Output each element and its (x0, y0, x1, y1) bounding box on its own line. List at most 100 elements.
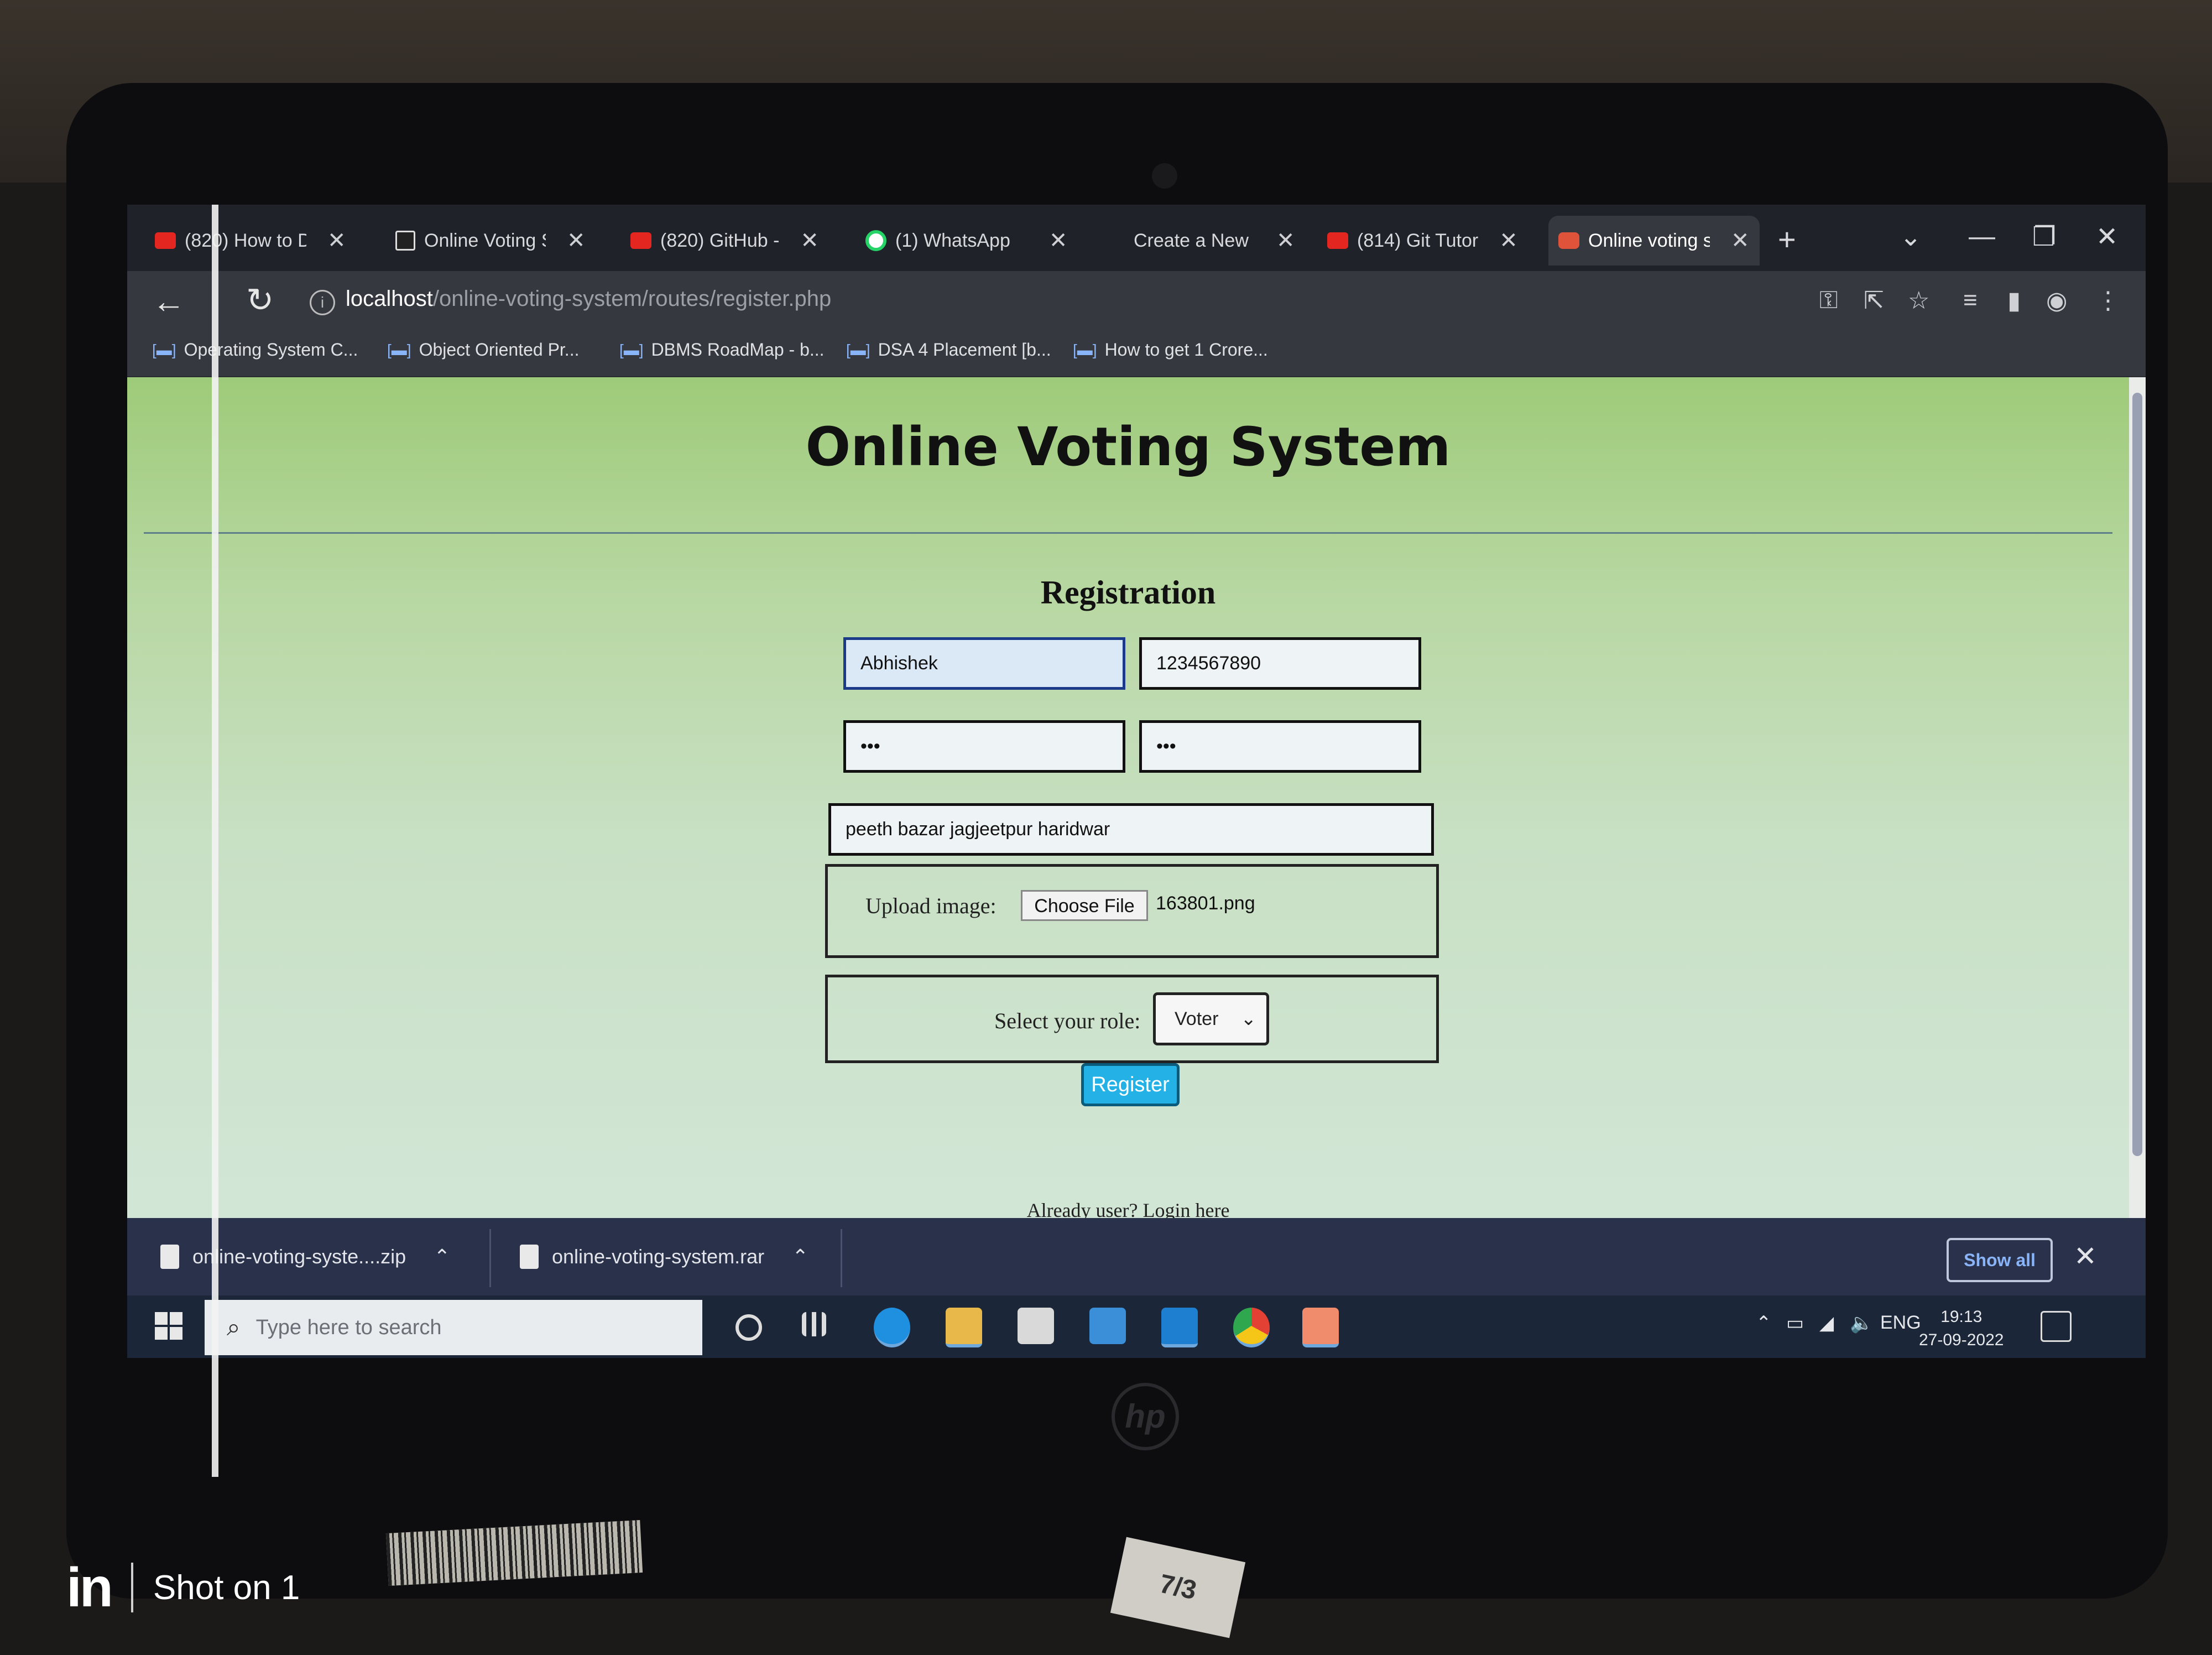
store-icon[interactable] (1018, 1308, 1054, 1344)
close-icon[interactable]: ✕ (2074, 1240, 2097, 1272)
url-path: /online-voting-system/routes/register.ph… (432, 287, 832, 311)
watermark-divider (131, 1563, 133, 1612)
side-panel-icon[interactable]: ▮ (2007, 287, 2021, 315)
bookmark-icon: [▬] (387, 341, 411, 358)
reading-list-icon[interactable]: ≡ (1963, 287, 1978, 314)
bookmark-item[interactable]: [▬] Object Oriented Pr... (387, 340, 579, 360)
task-view-icon[interactable] (802, 1312, 826, 1336)
password-input[interactable]: ••• (843, 720, 1125, 773)
bookmark-item[interactable]: [▬] Operating System C... (152, 340, 358, 360)
hp-logo: hp (1112, 1383, 1179, 1450)
registration-heading: Registration (1040, 574, 1216, 611)
login-link[interactable]: Already user? Login here (127, 1199, 2129, 1218)
tab-title: Online voting s (1588, 230, 1710, 251)
menu-kebab-icon[interactable]: ⋮ (2096, 287, 2120, 315)
web-page: Online Voting System Registration Abhish… (127, 377, 2129, 1218)
chevron-up-icon[interactable]: ⌃ (434, 1245, 450, 1268)
downloads-bar: online-voting-syste....zip ⌃ online-voti… (127, 1218, 2146, 1295)
tab-youtube-how-to[interactable]: (820) How to D ✕ (155, 216, 346, 266)
edge-icon[interactable] (874, 1308, 910, 1347)
tab-online-voting-active[interactable]: Online voting s ✕ (1548, 216, 1760, 266)
bookmark-item[interactable]: [▬] DBMS RoadMap - b... (619, 340, 825, 360)
reload-icon[interactable]: ↻ (246, 281, 274, 320)
chevron-up-icon[interactable]: ⌃ (792, 1245, 808, 1268)
window-close-icon[interactable]: ✕ (2096, 221, 2118, 252)
file-explorer-icon[interactable] (946, 1308, 982, 1347)
minimize-icon[interactable]: — (1969, 221, 1995, 252)
archive-file-icon (160, 1245, 179, 1269)
bookmark-item[interactable]: [▬] DSA 4 Placement [b... (846, 340, 1051, 360)
tab-whatsapp[interactable]: (1) WhatsApp ✕ (865, 216, 1067, 266)
camera-watermark: in Shot on 1 (66, 1554, 300, 1621)
page-title: Online Voting System (805, 416, 1451, 478)
mail-icon[interactable] (1089, 1308, 1126, 1344)
tab-youtube-github[interactable]: (820) GitHub - ✕ (630, 216, 819, 266)
avatar[interactable]: ◉ (2046, 287, 2067, 315)
share-icon[interactable]: ⇱ (1864, 287, 1884, 315)
tab-title: (820) GitHub - (660, 230, 780, 251)
restore-icon[interactable]: ❐ (2032, 221, 2056, 252)
register-button[interactable]: Register (1081, 1063, 1180, 1106)
clock-time: 19:13 (1940, 1308, 1983, 1326)
divider (841, 1229, 842, 1287)
bookmark-icon: [▬] (1073, 341, 1097, 358)
close-icon[interactable]: ✕ (800, 228, 819, 253)
taskbar-search[interactable]: ⌕ Type here to search (205, 1300, 702, 1355)
watermark-brand: in (66, 1556, 113, 1618)
wifi-icon[interactable]: ◢ (1819, 1312, 1834, 1334)
close-icon[interactable]: ✕ (1049, 228, 1068, 253)
tab-title: (1) WhatsApp (895, 230, 1010, 251)
scrollbar-thumb[interactable] (2132, 393, 2142, 1156)
taskbar-clock[interactable]: 19:13 27-09-2022 (1919, 1305, 2004, 1352)
windows-start-icon[interactable] (155, 1312, 182, 1340)
language-indicator[interactable]: ENG (1880, 1312, 1921, 1334)
tab-create-new[interactable]: Create a New F ✕ (1134, 216, 1295, 266)
star-icon[interactable]: ☆ (1908, 287, 1929, 315)
choose-file-button[interactable]: Choose File (1021, 890, 1148, 921)
notification-icon[interactable] (2041, 1311, 2072, 1342)
role-label: Select your role: (994, 1008, 1141, 1033)
chrome-icon[interactable] (1233, 1308, 1270, 1347)
selected-file-name: 163801.png (1156, 893, 1255, 914)
close-icon[interactable]: ✕ (1499, 228, 1518, 253)
tab-title: Online Voting S (424, 230, 546, 251)
battery-icon[interactable]: ▭ (1786, 1312, 1804, 1334)
confirm-password-input[interactable]: ••• (1139, 720, 1421, 773)
cortana-icon[interactable] (735, 1314, 762, 1341)
browser-toolbar: ← ↻ i localhost/online-voting-system/rou… (127, 271, 2146, 332)
show-all-button[interactable]: Show all (1947, 1238, 2053, 1282)
tab-youtube-git-tutorial[interactable]: (814) Git Tutor ✕ (1327, 216, 1518, 266)
close-icon[interactable]: ✕ (1276, 228, 1295, 253)
download-item-zip[interactable]: online-voting-syste....zip ⌃ (160, 1235, 450, 1279)
new-tab-button[interactable]: + (1778, 221, 1796, 257)
tab-search-icon[interactable]: ⌄ (1900, 221, 1922, 252)
file-icon (520, 1245, 539, 1269)
role-select[interactable]: Voter ⌄ (1153, 992, 1269, 1045)
mobile-input[interactable]: 1234567890 (1139, 637, 1421, 690)
download-file-name: online-voting-syste....zip (192, 1245, 406, 1268)
bookmark-icon: [▬] (619, 341, 644, 358)
address-input[interactable]: peeth bazar jagjeetpur haridwar (828, 803, 1434, 856)
address-bar[interactable]: localhost/online-voting-system/routes/re… (346, 287, 831, 311)
close-icon[interactable]: ✕ (567, 228, 586, 253)
back-arrow-icon[interactable]: ← (152, 282, 185, 320)
whatsapp-icon (865, 230, 886, 251)
tab-online-voting-site[interactable]: Online Voting S ✕ (395, 216, 586, 266)
clock-date: 27-09-2022 (1919, 1331, 2004, 1349)
download-item-rar[interactable]: online-voting-system.rar ⌃ (520, 1235, 808, 1279)
info-icon[interactable]: i (310, 290, 335, 315)
vscode-icon[interactable] (1161, 1308, 1198, 1347)
xampp-icon[interactable] (1302, 1308, 1339, 1347)
close-icon[interactable]: ✕ (327, 228, 346, 253)
bookmark-icon: [▬] (846, 341, 870, 358)
bookmark-item[interactable]: [▬] How to get 1 Crore... (1073, 340, 1268, 360)
close-icon[interactable]: ✕ (1731, 228, 1750, 253)
name-input[interactable]: Abhishek (843, 637, 1125, 690)
windows-taskbar: ⌕ Type here to search ⌃ ▭ ◢ 🔈 ENG 19:13 … (127, 1295, 2146, 1358)
youtube-icon (1327, 232, 1348, 249)
volume-icon[interactable]: 🔈 (1850, 1312, 1873, 1334)
tray-chevron-up-icon[interactable]: ⌃ (1756, 1312, 1772, 1334)
key-icon[interactable]: ⚿ (1819, 287, 1838, 314)
divider (144, 532, 2112, 534)
site-icon (395, 231, 415, 251)
